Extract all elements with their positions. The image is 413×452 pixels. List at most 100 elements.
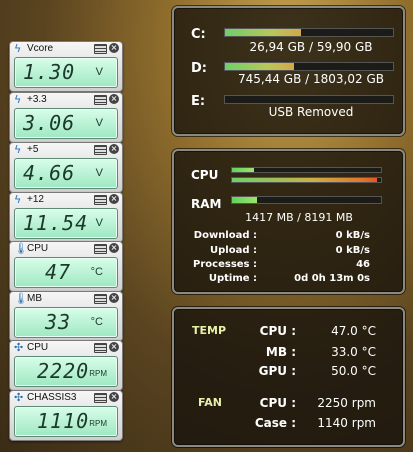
close-icon[interactable]: × <box>109 194 119 204</box>
gadget-5v[interactable]: ϟ +5 × 4.66 V <box>9 142 123 193</box>
sensor-value: 4.66 <box>23 161 76 185</box>
drive-letter: E: <box>191 94 206 109</box>
lcd-display: 2220 RPM <box>14 356 118 387</box>
processes-key: Processes : <box>193 259 257 270</box>
gadget-header: ϟ +12 × <box>10 193 122 206</box>
drive-usage-fill <box>225 29 301 36</box>
drive-letter: D: <box>191 61 207 76</box>
gadget-header: 🌡 CPU × <box>10 242 122 255</box>
gadget-12v[interactable]: ϟ +12 × 11.54 V <box>9 192 123 243</box>
gadget-label: Vcore <box>27 43 54 54</box>
sensor-value: 1110 <box>37 409 90 433</box>
download-value: 0 kB/s <box>335 230 370 241</box>
bolt-icon: ϟ <box>14 93 22 106</box>
temp-value: 33.0 °C <box>331 345 376 359</box>
gadget-header: ϟ Vcore × <box>10 42 122 55</box>
gadget-header: ✣ CPU × <box>10 341 122 354</box>
cpu-label: CPU <box>191 168 219 182</box>
uptime-value: 0d 0h 13m 0s <box>294 273 370 284</box>
sensor-value: 11.54 <box>23 211 89 235</box>
drive-usage-bar <box>224 62 394 71</box>
drive-letter: C: <box>191 27 206 42</box>
gadget-label: CHASSIS3 <box>27 392 77 403</box>
lcd-display: 3.06 V <box>14 108 118 139</box>
gadget-cpu-temp[interactable]: 🌡 CPU × 47 °C <box>9 241 123 292</box>
gadget-header: ϟ +5 × <box>10 143 122 156</box>
lcd-display: 4.66 V <box>14 158 118 189</box>
download-key: Download : <box>193 230 257 241</box>
temps-fans-panel: TEMP CPU : 47.0 °C MB : 33.0 °C GPU : 50… <box>172 307 405 447</box>
upload-value: 0 kB/s <box>335 245 370 256</box>
fan-icon: ✣ <box>14 391 24 404</box>
gadget-label: CPU <box>27 342 49 353</box>
sensor-unit: V <box>95 167 103 179</box>
sensor-unit: V <box>95 217 103 229</box>
bolt-icon: ϟ <box>14 143 22 156</box>
sensor-value: 1.30 <box>23 60 76 84</box>
close-icon[interactable]: × <box>109 243 119 253</box>
gadget-cpu-fan[interactable]: ✣ CPU × 2220 RPM <box>9 340 123 391</box>
sensor-unit: °C <box>90 266 103 278</box>
gadget-label: CPU <box>27 243 49 254</box>
gadget-label: +3.3 <box>27 94 47 105</box>
gadget-chassis3-fan[interactable]: ✣ CHASSIS3 × 1110 RPM <box>9 390 123 441</box>
menu-icon[interactable] <box>94 343 107 353</box>
sensor-value: 2220 <box>37 359 90 383</box>
lcd-display: 1.30 V <box>14 57 118 88</box>
close-icon[interactable]: × <box>109 342 119 352</box>
processes-value: 46 <box>356 259 370 270</box>
drive-usage-fill <box>225 63 294 70</box>
cpu-usage-bar-1 <box>231 167 382 173</box>
lcd-display: 33 °C <box>14 307 118 338</box>
gadget-mb-temp[interactable]: 🌡 MB × 33 °C <box>9 291 123 342</box>
bolt-icon: ϟ <box>14 193 22 206</box>
menu-icon[interactable] <box>94 145 107 155</box>
sensor-value: 33 <box>45 310 72 334</box>
close-icon[interactable]: × <box>109 392 119 402</box>
gadget-header: ✣ CHASSIS3 × <box>10 391 122 404</box>
cpu-usage-fill-1 <box>232 168 255 172</box>
menu-icon[interactable] <box>94 244 107 254</box>
thermometer-icon: 🌡 <box>14 292 28 305</box>
bolt-icon: ϟ <box>14 42 22 55</box>
gadget-vcore[interactable]: ϟ Vcore × 1.30 V <box>9 41 123 92</box>
temp-value: 50.0 °C <box>331 364 376 378</box>
cpu-usage-fill-2 <box>232 178 377 182</box>
sensor-unit: V <box>95 66 103 78</box>
sensor-unit: RPM <box>89 419 107 428</box>
drive-capacity-text: 26,94 GB / 59,90 GB <box>249 40 373 54</box>
drive-usage-bar <box>224 28 394 37</box>
sensor-unit: °C <box>90 316 103 328</box>
upload-key: Upload : <box>210 245 257 256</box>
menu-icon[interactable] <box>94 294 107 304</box>
menu-icon[interactable] <box>94 195 107 205</box>
system-panel: CPU RAM 1417 MB / 8191 MB Download : 0 k… <box>172 149 405 294</box>
gadget-3v3[interactable]: ϟ +3.3 × 3.06 V <box>9 92 123 143</box>
close-icon[interactable]: × <box>109 144 119 154</box>
sensor-unit: RPM <box>89 369 107 378</box>
drives-panel: C: 26,94 GB / 59,90 GB D: 745,44 GB / 18… <box>172 6 405 136</box>
uptime-key: Uptime : <box>208 273 257 284</box>
close-icon[interactable]: × <box>109 94 119 104</box>
fan-value: 1140 rpm <box>317 416 376 430</box>
menu-icon[interactable] <box>94 44 107 54</box>
gadget-label: +5 <box>27 144 39 155</box>
close-icon[interactable]: × <box>109 293 119 303</box>
drive-capacity-text: 745,44 GB / 1803,02 GB <box>238 72 384 86</box>
temp-category-label: TEMP <box>192 324 227 337</box>
fan-category-label: FAN <box>198 396 222 409</box>
menu-icon[interactable] <box>94 95 107 105</box>
close-icon[interactable]: × <box>109 43 119 53</box>
sensor-unit: V <box>95 117 103 129</box>
ram-usage-fill <box>232 197 258 203</box>
thermometer-icon: 🌡 <box>14 242 28 255</box>
gadget-label: +12 <box>27 194 44 205</box>
menu-icon[interactable] <box>94 393 107 403</box>
ram-usage-bar <box>231 196 382 204</box>
sensor-value: 47 <box>45 260 72 284</box>
ram-label: RAM <box>191 197 222 211</box>
lcd-display: 1110 RPM <box>14 406 118 437</box>
cpu-usage-bar-2 <box>231 177 382 183</box>
sensor-value: 3.06 <box>23 111 76 135</box>
drive-capacity-text: USB Removed <box>268 105 354 119</box>
